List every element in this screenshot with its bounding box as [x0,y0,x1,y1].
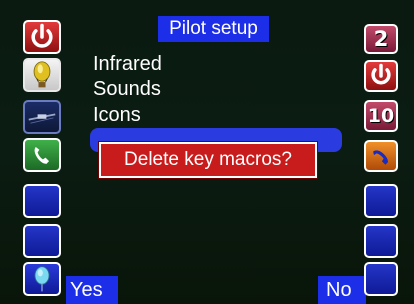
balloon-icon [33,61,51,88]
left-slot-power[interactable] [23,20,61,54]
left-slot-empty-1[interactable] [23,184,61,218]
right-slot-number-2[interactable]: 2 [364,24,398,54]
page-title: Pilot setup [158,16,269,42]
right-slot-empty-3[interactable] [364,262,398,296]
left-slot-empty-2[interactable] [23,224,61,258]
phone-hangup-icon [373,150,388,165]
menu-item-infrared[interactable]: Infrared [93,52,162,76]
right-slot-empty-1[interactable] [364,184,398,218]
power-icon [31,23,53,48]
satellite-dish-icon [28,113,56,124]
no-button[interactable]: No [318,276,366,304]
right-slot-power[interactable] [364,60,398,92]
right-slot-hangup[interactable] [364,140,398,172]
phone-icon [34,147,50,164]
number-badge: 10 [367,105,395,127]
confirm-dialog: Delete key macros? [99,142,317,178]
yes-button[interactable]: Yes [66,276,118,304]
right-slot-number-10[interactable]: 10 [364,100,398,132]
left-slot-balloon-2[interactable] [23,262,61,296]
menu-item-sounds[interactable]: Sounds [93,77,161,101]
menu-item-icons[interactable]: Icons [93,103,141,127]
pilot-setup-screen: Pilot setup Infrared Sounds Icons Delete… [0,0,414,304]
left-slot-satellite[interactable] [23,100,61,134]
left-slot-phone[interactable] [23,138,61,172]
right-slot-empty-2[interactable] [364,224,398,258]
number-badge: 2 [373,27,389,51]
balloon-icon [34,266,50,292]
dialog-message: Delete key macros? [124,149,292,170]
power-icon [371,63,391,85]
left-slot-balloon[interactable] [23,58,61,92]
